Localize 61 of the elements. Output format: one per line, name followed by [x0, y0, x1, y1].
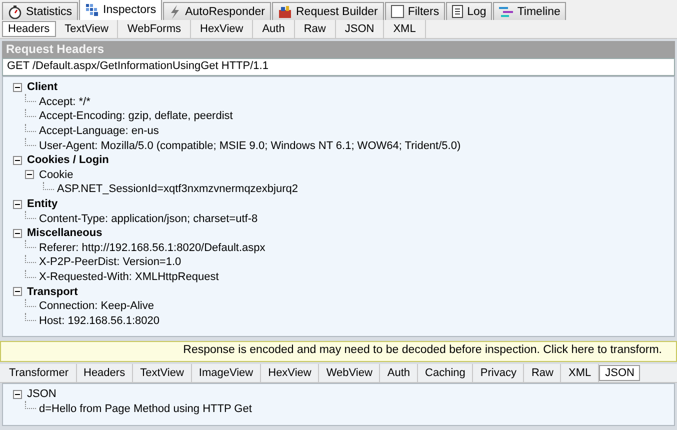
timeline-icon: [499, 6, 514, 18]
inspector-tab[interactable]: ImageView: [192, 364, 262, 382]
inspector-tab[interactable]: XML: [384, 20, 426, 38]
tree-item[interactable]: X-Requested-With: XMLHttpRequest: [39, 271, 219, 284]
tree-group[interactable]: Client: [27, 81, 58, 94]
inspector-tab[interactable]: Transformer: [2, 364, 76, 382]
expander-icon[interactable]: [13, 82, 22, 92]
inspector-tab[interactable]: Caching: [418, 364, 474, 382]
tree-item[interactable]: User-Agent: Mozilla/5.0 (compatible; MSIE 9.0; Windows NT 6.1; WOW64; Trident/5.0): [39, 140, 461, 152]
inspector-tab[interactable]: JSON: [599, 365, 640, 381]
expander-icon[interactable]: [13, 156, 22, 165]
main-tab[interactable]: Request Builder: [272, 2, 384, 20]
tree-item[interactable]: Referer: http://192.168.56.1:8020/Default.aspx: [39, 242, 266, 254]
tree-item[interactable]: Cookie: [39, 168, 74, 181]
expander-icon[interactable]: [13, 390, 22, 399]
section-header: Request Headers: [2, 41, 675, 58]
inspector-tab[interactable]: Auth: [380, 364, 418, 382]
inspector-tab[interactable]: Headers: [76, 364, 134, 382]
tree-item[interactable]: Host: 192.168.56.1:8020: [39, 314, 160, 327]
stopwatch-icon: [8, 4, 22, 18]
inspector-tab[interactable]: WebForms: [118, 20, 191, 38]
inspector-tab[interactable]: Headers: [2, 21, 56, 37]
inspector-tab[interactable]: TextView: [133, 364, 192, 382]
toolbox-icon: [278, 4, 292, 18]
document-icon: [452, 5, 464, 18]
main-tab[interactable]: Inspectors: [79, 0, 162, 20]
inspector-tab[interactable]: JSON: [336, 20, 384, 38]
expander-icon[interactable]: [13, 228, 22, 238]
tree-group[interactable]: Transport: [27, 286, 78, 298]
tree-item[interactable]: Content-Type: application/json; charset=utf-8: [39, 212, 258, 225]
expander-icon[interactable]: [25, 170, 34, 180]
tree-item[interactable]: X-P2P-PeerDist: Version=1.0: [39, 256, 182, 268]
main-tab[interactable]: Statistics: [2, 2, 78, 20]
main-tab[interactable]: Log: [446, 2, 492, 20]
expander-icon[interactable]: [13, 200, 22, 209]
tree-item[interactable]: Connection: Keep-Alive: [39, 300, 154, 312]
inspector-tab[interactable]: HexView: [261, 364, 320, 382]
tree-group[interactable]: Entity: [27, 198, 58, 210]
tree-item[interactable]: ASP.NET_SessionId=xqtf3nxmzvnermqzexbjurq2: [57, 183, 298, 196]
inspector-tab[interactable]: HexView: [191, 20, 254, 38]
main-tab[interactable]: Filters: [384, 2, 446, 20]
inspector-tab[interactable]: Raw: [524, 364, 562, 382]
tree-group[interactable]: JSON: [27, 388, 56, 400]
inspector-tab[interactable]: Auth: [253, 20, 295, 38]
main-tab[interactable]: Timeline: [493, 2, 566, 20]
tree-item[interactable]: d=Hello from Page Method using HTTP Get: [39, 402, 252, 415]
expander-icon[interactable]: [13, 287, 22, 296]
main-tab[interactable]: AutoResponder: [163, 2, 271, 20]
checkbox-icon: [390, 5, 404, 18]
tree-item[interactable]: Accept-Encoding: gzip, deflate, peerdist: [39, 110, 233, 122]
tree-item[interactable]: Accept-Language: en-us: [39, 125, 159, 138]
notice-bar[interactable]: Response is encoded and may need to be decoded before inspection. Click here to transform.: [0, 341, 677, 362]
inspector-tab[interactable]: TextView: [56, 20, 118, 38]
inspector-tab[interactable]: WebView: [319, 364, 380, 382]
inspector-tab[interactable]: Raw: [294, 20, 336, 38]
lightning-icon: [169, 4, 182, 18]
tree-group[interactable]: Miscellaneous: [27, 227, 102, 240]
tree-item[interactable]: Accept: */*: [39, 96, 90, 108]
inspector-tab[interactable]: Privacy: [473, 364, 524, 382]
grid-icon: [85, 3, 100, 17]
tree-group[interactable]: Cookies / Login: [27, 154, 109, 166]
